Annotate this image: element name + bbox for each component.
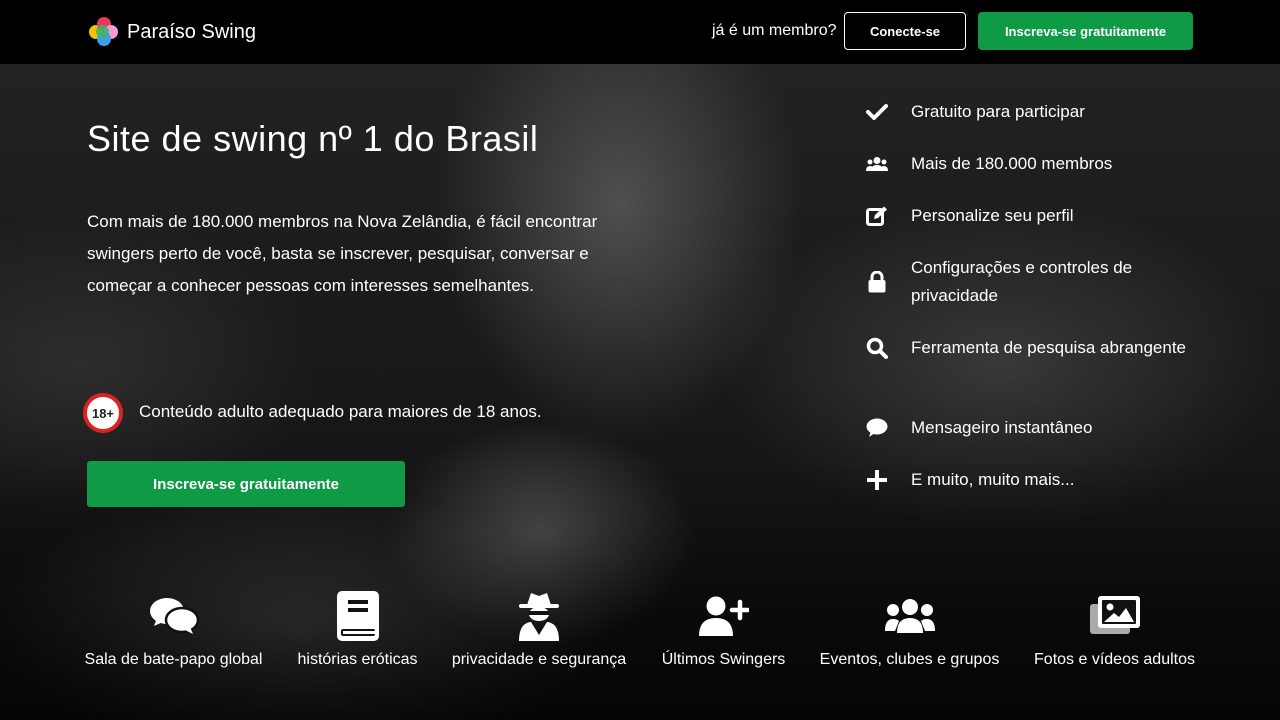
feature-text: Configurações e controles de privacidade — [911, 258, 1133, 305]
nav-global-chat[interactable]: Sala de bate-papo global — [84, 590, 263, 669]
intro-paragraph: Com mais de 180.000 membros na Nova Zelâ… — [87, 212, 598, 295]
chat-bubbles-icon — [149, 590, 199, 642]
plus-icon — [865, 468, 889, 492]
nav-privacy-security[interactable]: privacidade e segurança — [451, 590, 627, 669]
signup-button-header[interactable]: Inscreva-se gratuitamente — [978, 12, 1193, 50]
hero-section: Site de swing nº 1 do Brasil Com mais de… — [0, 0, 1280, 720]
feature-text: Mensageiro instantâneo — [911, 418, 1093, 437]
chat-bubble-icon — [865, 416, 889, 440]
images-icon — [1089, 590, 1140, 642]
brand-name: Paraíso Swing — [127, 20, 256, 43]
feature-text: Gratuito para participar — [911, 102, 1085, 121]
feature-item: Mensageiro instantâneo — [865, 414, 1195, 442]
book-icon — [336, 590, 379, 642]
nav-adult-photos-videos[interactable]: Fotos e vídeos adultos — [1034, 590, 1195, 669]
signup-button-main[interactable]: Inscreva-se gratuitamente — [87, 461, 405, 507]
age-notice: Conteúdo adulto adequado para maiores de… — [139, 402, 542, 421]
logo-icon — [87, 16, 119, 48]
users-icon — [865, 152, 889, 176]
nav-label: Fotos e vídeos adultos — [1034, 651, 1195, 668]
feature-text: Ferramenta de pesquisa abrangente — [911, 338, 1187, 357]
spy-icon — [517, 590, 561, 642]
nav-label: Sala de bate-papo global — [84, 651, 263, 668]
nav-events-clubs-groups[interactable]: Eventos, clubes e grupos — [819, 590, 1000, 669]
brand-logo[interactable]: Paraíso Swing — [87, 16, 256, 48]
edit-icon — [865, 204, 889, 228]
group-icon — [884, 590, 935, 642]
nav-label: Últimos Swingers — [661, 651, 786, 668]
feature-text: Personalize seu perfil — [911, 206, 1074, 225]
nav-label: Eventos, clubes e grupos — [819, 651, 1000, 668]
feature-item: Gratuito para participar — [865, 98, 1195, 126]
nav-latest-swingers[interactable]: Últimos Swingers — [662, 590, 785, 669]
feature-item: E muito, muito mais... — [865, 466, 1195, 494]
nav-erotic-stories[interactable]: histórias eróticas — [297, 590, 418, 669]
nav-label: privacidade e segurança — [451, 651, 627, 668]
feature-shortcuts: Sala de bate-papo global histórias eróti… — [0, 590, 1280, 680]
feature-item: Configurações e controles de privacidade — [865, 254, 1195, 310]
search-icon — [865, 336, 889, 360]
feature-text: E muito, muito mais... — [911, 470, 1075, 489]
lock-icon — [865, 270, 889, 294]
feature-item: Ferramenta de pesquisa abrangente — [865, 334, 1195, 362]
nav-label: histórias eróticas — [297, 651, 418, 668]
check-icon — [865, 100, 889, 124]
login-button[interactable]: Conecte-se — [844, 12, 966, 50]
member-question: já é um membro? — [712, 22, 837, 39]
age-18-badge: 18+ — [83, 393, 123, 433]
page-title: Site de swing nº 1 do Brasil — [87, 118, 539, 159]
feature-item: Mais de 180.000 membros — [865, 150, 1195, 178]
feature-item: Personalize seu perfil — [865, 202, 1195, 230]
feature-text: Mais de 180.000 membros — [911, 154, 1113, 173]
user-plus-icon — [698, 590, 749, 642]
top-navbar: Paraíso Swing já é um membro? Conecte-se… — [0, 0, 1280, 64]
